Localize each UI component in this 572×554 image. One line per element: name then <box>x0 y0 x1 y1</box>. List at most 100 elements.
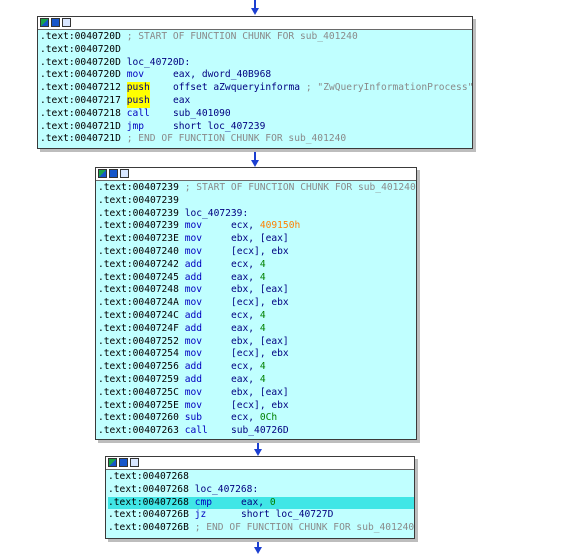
mnemonic[interactable]: mov <box>185 336 202 349</box>
code-label[interactable]: loc_40720D: <box>127 57 191 70</box>
code-line[interactable]: .text:00407240 mov [ecx], ebx <box>98 246 416 259</box>
address[interactable]: .text:00407252 <box>98 336 179 347</box>
code-line[interactable]: .text:00407239 ; START OF FUNCTION CHUNK … <box>98 182 416 195</box>
address[interactable]: .text:00407268 <box>108 484 189 495</box>
address[interactable]: .text:00407218 <box>40 108 121 119</box>
code-line[interactable]: .text:00407239 <box>98 195 416 208</box>
code-line[interactable]: .text:0040724C add ecx, 4 <box>98 310 416 323</box>
address[interactable]: .text:0040723E <box>98 233 179 244</box>
address[interactable]: .text:00407259 <box>98 374 179 385</box>
operand[interactable]: offset aZwqueryinforma <box>173 82 300 95</box>
operand[interactable]: eax, dword_40B968 <box>173 69 271 82</box>
mnemonic[interactable]: add <box>185 323 202 336</box>
address[interactable]: .text:0040724A <box>98 297 179 308</box>
code-line[interactable]: .text:0040726B ; END OF FUNCTION CHUNK FO… <box>108 522 414 535</box>
code-line[interactable]: .text:0040724A mov [ecx], ebx <box>98 297 416 310</box>
code-line[interactable]: .text:0040721D ; END OF FUNCTION CHUNK FO… <box>40 133 472 146</box>
code-line[interactable]: .text:0040720D mov eax, dword_40B968 <box>40 69 472 82</box>
mnemonic[interactable]: add <box>185 259 202 272</box>
operand[interactable]: [ecx], ebx <box>231 297 289 310</box>
operand[interactable]: eax, 4 <box>231 323 266 336</box>
code-line[interactable]: .text:0040721D jmp short loc_407239 <box>40 121 472 134</box>
mnemonic[interactable]: jmp <box>127 121 144 134</box>
code-line[interactable]: .text:00407268 cmp eax, 0 <box>108 496 414 510</box>
address[interactable]: .text:0040724F <box>98 323 179 334</box>
code-line[interactable]: .text:0040720D loc_40720D: <box>40 57 472 70</box>
address[interactable]: .text:0040726B <box>108 509 189 520</box>
code-line[interactable]: .text:0040720D <box>40 44 472 57</box>
address[interactable]: .text:00407240 <box>98 246 179 257</box>
group-icon[interactable] <box>62 18 71 27</box>
mnemonic[interactable]: mov <box>185 284 202 297</box>
edit-icon[interactable] <box>119 458 128 467</box>
code-line[interactable]: .text:00407260 sub ecx, 0Ch <box>98 412 416 425</box>
code-block-loc-407268[interactable]: .text:00407268 .text:00407268 loc_407268:.… <box>105 456 415 539</box>
mnemonic[interactable]: add <box>185 310 202 323</box>
mnemonic[interactable]: call <box>127 108 150 121</box>
code-line[interactable]: .text:00407256 add ecx, 4 <box>98 361 416 374</box>
code-line[interactable]: .text:00407252 mov ebx, [eax] <box>98 336 416 349</box>
mnemonic[interactable]: push <box>126 94 150 108</box>
code-line[interactable]: .text:0040726B jz short loc_40727D <box>108 509 414 522</box>
address[interactable]: .text:0040725E <box>98 400 179 411</box>
mnemonic[interactable]: mov <box>185 246 202 259</box>
address[interactable]: .text:00407239 <box>98 195 179 206</box>
operand[interactable]: ecx, 4 <box>231 361 266 374</box>
address[interactable]: .text:00407254 <box>98 348 179 359</box>
address[interactable]: .text:0040720D <box>40 31 121 42</box>
operand[interactable]: [ecx], ebx <box>231 348 289 361</box>
address[interactable]: .text:00407248 <box>98 284 179 295</box>
address[interactable]: .text:00407242 <box>98 259 179 270</box>
operand[interactable]: ecx, 4 <box>231 259 266 272</box>
code-line[interactable]: .text:00407268 <box>108 471 414 484</box>
address[interactable]: .text:0040725C <box>98 387 179 398</box>
address[interactable]: .text:0040720D <box>40 44 121 55</box>
operand[interactable]: short loc_40727D <box>241 509 333 522</box>
operand[interactable]: ebx, [eax] <box>231 284 289 297</box>
operand[interactable]: sub_40726D <box>231 425 289 438</box>
operand[interactable]: eax <box>173 95 190 108</box>
code-line[interactable]: .text:00407242 add ecx, 4 <box>98 259 416 272</box>
address[interactable]: .text:00407212 <box>40 82 121 93</box>
code-line[interactable]: .text:00407239 loc_407239: <box>98 208 416 221</box>
address[interactable]: .text:00407245 <box>98 272 179 283</box>
address[interactable]: .text:0040721D <box>40 133 121 144</box>
group-icon[interactable] <box>120 169 129 178</box>
code-label[interactable]: loc_407268: <box>195 484 259 497</box>
address[interactable]: .text:0040724C <box>98 310 179 321</box>
edit-icon[interactable] <box>109 169 118 178</box>
operand[interactable]: short loc_407239 <box>173 121 265 134</box>
code-line[interactable]: .text:00407239 mov ecx, 409150h <box>98 220 416 233</box>
mnemonic[interactable]: mov <box>185 220 202 233</box>
mnemonic[interactable]: call <box>185 425 208 438</box>
address[interactable]: .text:00407268 <box>108 497 189 508</box>
mnemonic[interactable]: add <box>185 374 202 387</box>
code-line[interactable]: .text:00407259 add eax, 4 <box>98 374 416 387</box>
code-line[interactable]: .text:00407218 call sub_401090 <box>40 108 472 121</box>
operand[interactable]: [ecx], ebx <box>231 246 289 259</box>
operand[interactable]: sub_401090 <box>173 108 231 121</box>
address[interactable]: .text:0040721D <box>40 121 121 132</box>
immediate-address[interactable]: 409150h <box>260 220 300 231</box>
operand[interactable]: ebx, [eax] <box>231 233 289 246</box>
operand[interactable]: ecx, 0Ch <box>231 412 277 425</box>
graph-color-icon[interactable] <box>40 18 49 27</box>
code-line[interactable]: .text:00407217 push eax <box>40 94 472 108</box>
group-icon[interactable] <box>130 458 139 467</box>
operand[interactable]: eax, 0 <box>241 497 276 510</box>
mnemonic[interactable]: add <box>185 272 202 285</box>
mnemonic[interactable]: mov <box>127 69 144 82</box>
code-line[interactable]: .text:0040723E mov ebx, [eax] <box>98 233 416 246</box>
mnemonic[interactable]: push <box>126 82 150 95</box>
code-line[interactable]: .text:00407263 call sub_40726D <box>98 425 416 438</box>
address[interactable]: .text:00407239 <box>98 220 179 231</box>
address[interactable]: .text:00407239 <box>98 208 179 219</box>
address[interactable]: .text:00407256 <box>98 361 179 372</box>
code-line[interactable]: .text:0040720D ; START OF FUNCTION CHUNK … <box>40 31 472 44</box>
code-line[interactable]: .text:0040725C mov ebx, [eax] <box>98 387 416 400</box>
address[interactable]: .text:00407260 <box>98 412 179 423</box>
operand[interactable]: eax, 4 <box>231 272 266 285</box>
operand[interactable]: eax, 4 <box>231 374 266 387</box>
edit-icon[interactable] <box>51 18 60 27</box>
code-line[interactable]: .text:0040724F add eax, 4 <box>98 323 416 336</box>
